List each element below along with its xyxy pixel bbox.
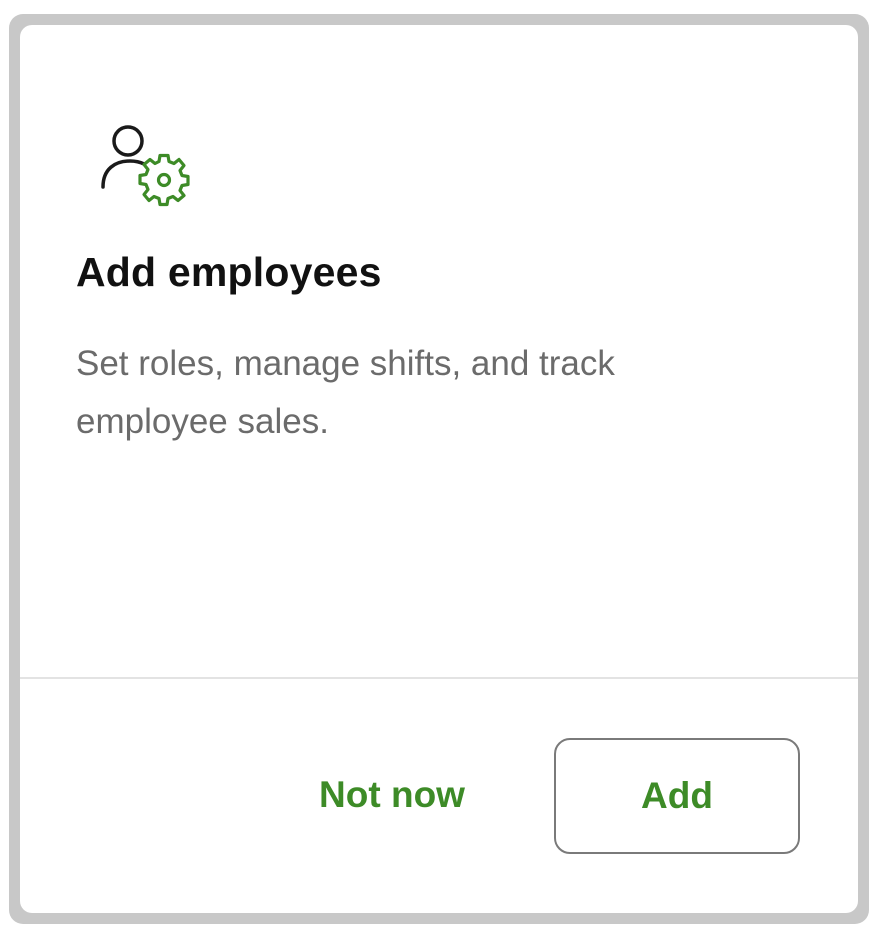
footer-divider [20,677,858,679]
not-now-button[interactable]: Not now [292,765,492,825]
card-description: Set roles, manage shifts, and track empl… [76,344,615,441]
person-head [112,125,144,157]
person-shoulder [101,159,146,189]
add-employees-card: Add employees Set roles, manage shifts, … [20,25,858,913]
gear-icon [138,153,190,207]
card-title: Add employees [76,249,382,295]
employee-settings-icon [98,115,218,235]
add-button[interactable]: Add [554,738,800,854]
